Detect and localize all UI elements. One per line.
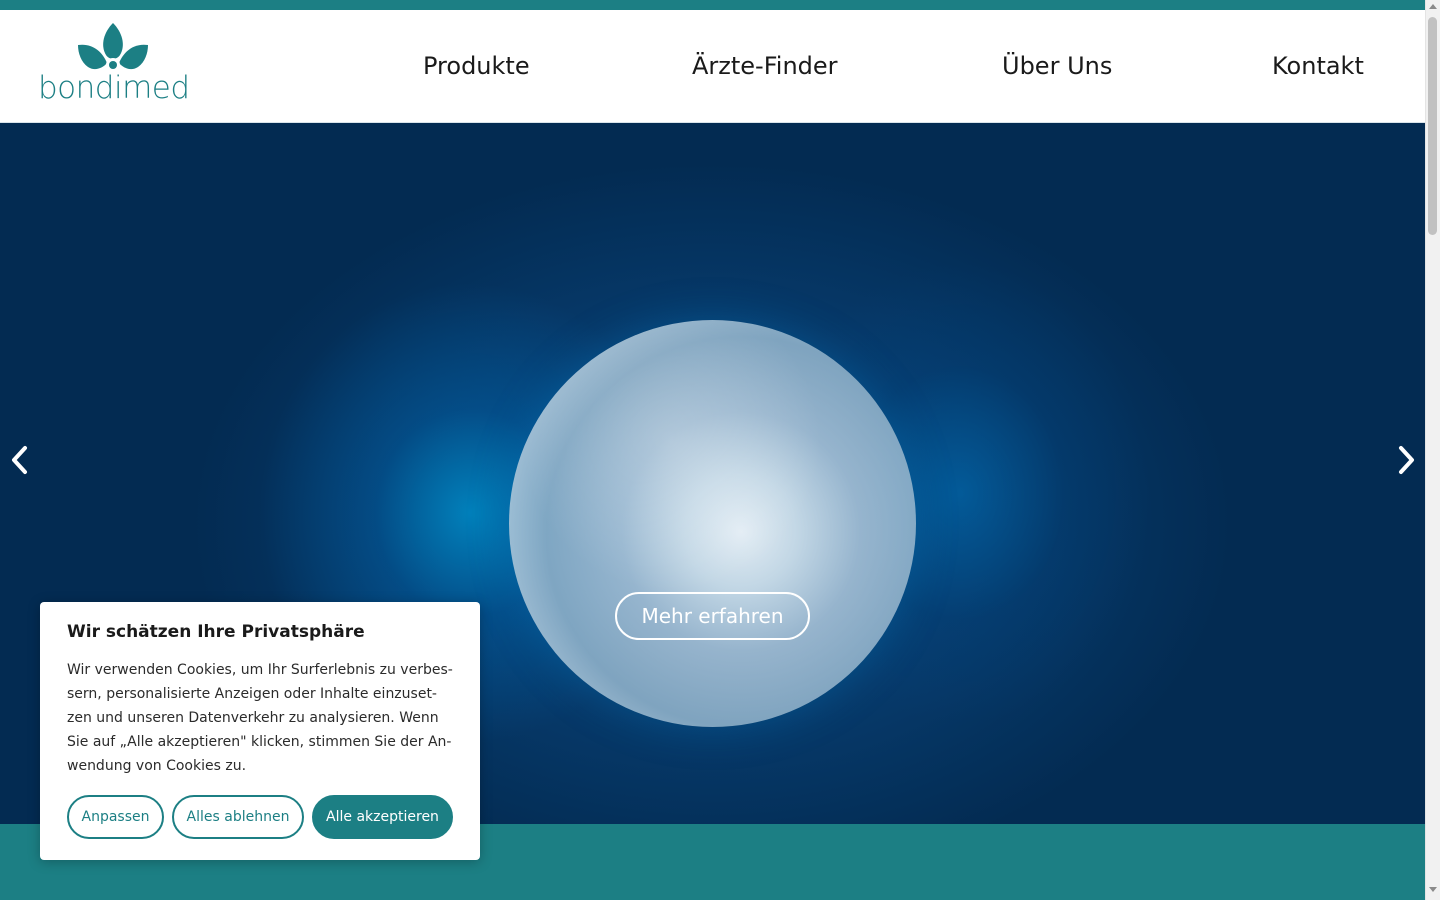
customize-cookies-button[interactable]: Anpassen [67, 795, 164, 839]
site-header: bondimed Produkte Ärzte-Finder Über Uns … [0, 10, 1425, 123]
main-nav: Produkte Ärzte-Finder Über Uns Kontakt [0, 10, 1425, 123]
carousel-prev-button[interactable] [2, 440, 36, 480]
accept-all-button[interactable]: Alle akzeptieren [312, 795, 453, 839]
cookie-description: Wir verwenden Cookies, um Ihr Surferlebn… [67, 658, 455, 778]
nav-item-kontakt[interactable]: Kontakt [1272, 50, 1364, 82]
hero-implant-image [509, 320, 916, 727]
nav-item-aerzte-finder[interactable]: Ärzte-Finder [692, 50, 838, 82]
cookie-text-line: wendung von Cookies zu. [67, 758, 247, 774]
cookie-text-line: zen und unseren Datenverkehr zu analysie… [67, 710, 439, 726]
cookie-consent-banner: Wir schätzen Ihre Privatsphäre Wir verwe… [40, 602, 480, 860]
cookie-text-line: Sie auf „Alle akzeptieren" klicken, stim… [67, 734, 452, 750]
learn-more-button[interactable]: Mehr erfahren [615, 592, 810, 640]
scroll-up-arrow-icon[interactable] [1429, 4, 1437, 9]
page-scrollbar[interactable] [1425, 0, 1440, 900]
nav-item-produkte[interactable]: Produkte [423, 50, 530, 82]
chevron-left-icon [12, 446, 27, 474]
carousel-next-button[interactable] [1390, 440, 1424, 480]
cookie-text-line: Wir verwenden Cookies, um Ihr Surferlebn… [67, 662, 453, 678]
cookie-text-line: sern, personalisierte Anzeigen oder Inha… [67, 686, 437, 702]
cookie-title: Wir schätzen Ihre Privatsphäre [67, 622, 365, 642]
scroll-thumb[interactable] [1428, 17, 1437, 235]
chevron-right-icon [1399, 446, 1414, 474]
nav-item-ueber-uns[interactable]: Über Uns [1002, 50, 1112, 82]
page: bondimed Produkte Ärzte-Finder Über Uns … [0, 0, 1440, 900]
scroll-down-arrow-icon[interactable] [1429, 887, 1437, 892]
reject-all-button[interactable]: Alles ablehnen [172, 795, 304, 839]
top-accent-strip [0, 0, 1425, 10]
